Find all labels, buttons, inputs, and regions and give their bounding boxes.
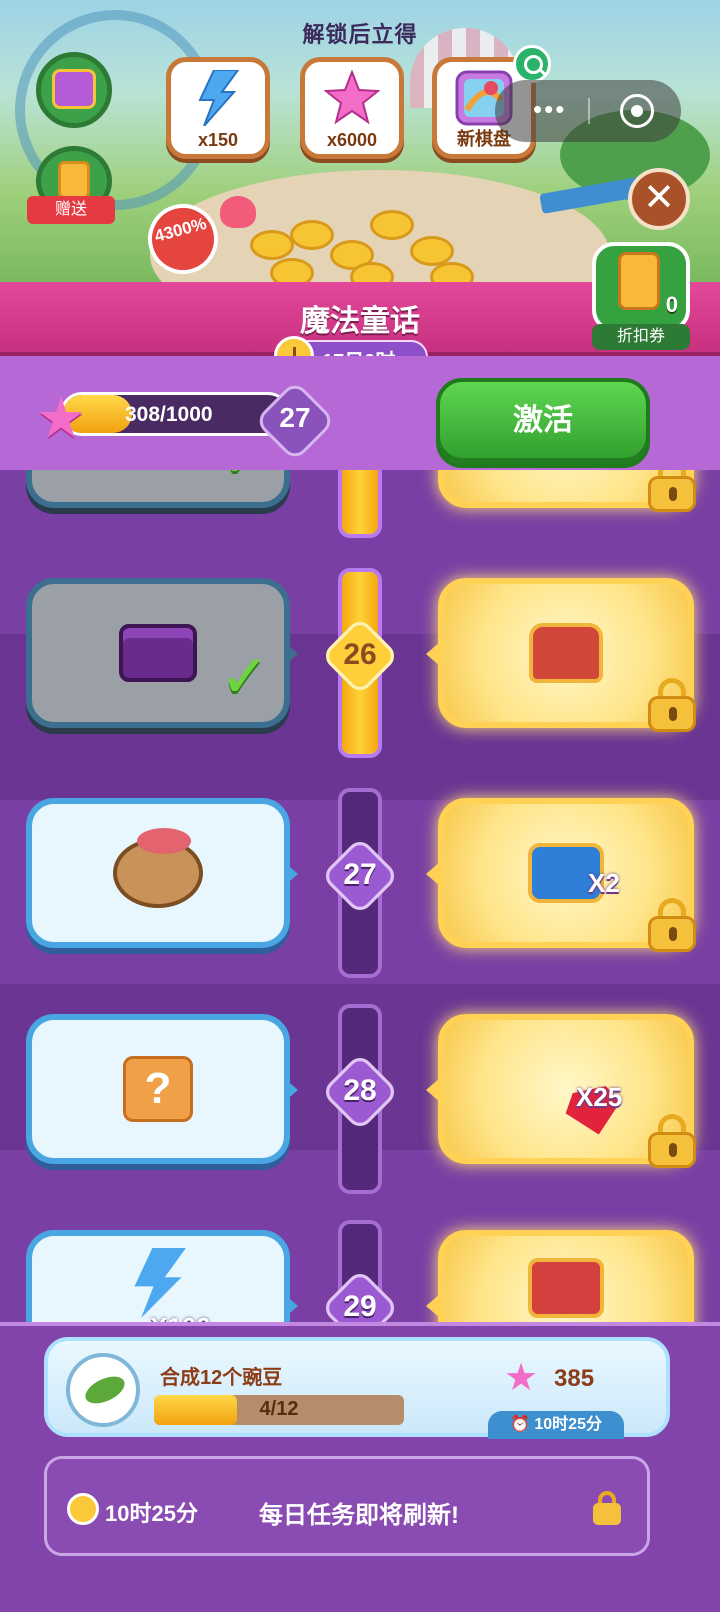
event-progress-bar: 308/1000 — [60, 392, 290, 436]
claimed-check-icon: ✓ — [220, 470, 270, 492]
voucher-label: 折扣券 — [592, 324, 690, 350]
pink-star-icon: ★ — [504, 1357, 539, 1399]
task-progress-bar: 4/12 — [154, 1395, 404, 1425]
unlock-title: 解锁后立得 — [302, 22, 418, 47]
search-icon[interactable] — [513, 45, 551, 83]
unlock-reward-label: x150 — [197, 130, 239, 150]
current-level-number: 27 — [279, 402, 311, 433]
free-reward-card[interactable] — [26, 798, 298, 948]
free-reward-card[interactable]: ✓ — [26, 578, 298, 728]
lock-icon — [648, 678, 696, 732]
purple-chest-icon — [119, 624, 197, 682]
task-progress-text: 4/12 — [259, 1398, 299, 1420]
gift-label: 赠送 — [27, 196, 115, 224]
level-row-25: ✓ — [0, 470, 720, 538]
refresh-notice: 10时25分 每日任务即将刷新! — [44, 1456, 650, 1556]
lock-icon — [593, 1491, 621, 1525]
mystery-gift-box-icon — [528, 1258, 604, 1319]
energy-bolt-icon — [198, 70, 240, 126]
premium-reward-card[interactable]: X25 — [426, 1014, 696, 1168]
level-row-28: ? 28 X25 — [0, 1004, 720, 1194]
task-name: 合成12个豌豆 — [160, 1367, 283, 1389]
unlock-reward-label: x6000 — [326, 130, 378, 150]
seafood-platter-icon — [113, 828, 203, 908]
task-timer: ⏰ 10时25分 — [488, 1411, 624, 1439]
lock-icon — [648, 1114, 696, 1168]
unlock-reward-star[interactable]: x6000 — [300, 57, 404, 159]
voucher-count: 0 — [665, 292, 678, 317]
free-reward-card[interactable]: ? — [26, 1014, 298, 1164]
ticket-icon — [58, 161, 90, 199]
discount-voucher-button[interactable]: 0 — [592, 242, 690, 332]
task-time-left: 10时25分 — [534, 1416, 602, 1433]
purple-chest-icon — [52, 69, 96, 109]
lock-icon — [648, 898, 696, 952]
activate-button[interactable]: 激活 — [436, 378, 650, 468]
level-row-27: 27 X2 — [0, 788, 720, 978]
alarm-clock-icon — [67, 1493, 99, 1525]
alarm-clock-icon: ⏰ — [510, 1416, 530, 1433]
refresh-message: 每日任务即将刷新! — [259, 1502, 459, 1529]
lock-icon — [648, 470, 696, 512]
premium-reward-card[interactable] — [426, 578, 696, 732]
task-reward-amount: 385 — [554, 1365, 595, 1392]
free-reward-card[interactable]: ✓ — [26, 470, 290, 508]
reward-track-list[interactable]: ✓ ✓ 26 27 X2 — [0, 470, 720, 1360]
level-number: 26 — [343, 638, 377, 671]
reward-quantity: X2 — [588, 868, 620, 898]
level-number: 29 — [343, 1290, 377, 1323]
level-row-26: ✓ 26 — [0, 568, 720, 758]
pea-pod-icon — [66, 1353, 140, 1427]
red-treasure-chest-icon — [529, 623, 603, 683]
capsule-divider — [588, 98, 590, 124]
mini-program-capsule: ••• — [495, 80, 681, 142]
premium-reward-card[interactable] — [438, 470, 696, 512]
claimed-check-icon: ✓ — [219, 643, 270, 710]
close-button[interactable]: ✕ — [628, 168, 690, 230]
unlock-reward-energy[interactable]: x150 — [166, 57, 270, 159]
energy-bolt-icon — [134, 1247, 186, 1318]
level-number: 28 — [343, 1074, 377, 1107]
task-card[interactable]: 合成12个豌豆 4/12 ★ 385 ⏰ 10时25分 — [44, 1337, 670, 1439]
event-progress-text: 308/1000 — [125, 403, 213, 426]
reward-quantity: X25 — [576, 1082, 623, 1112]
pink-star-icon — [324, 70, 380, 125]
ticket-icon — [618, 252, 660, 310]
level-number: 27 — [343, 858, 377, 891]
premium-reward-card[interactable]: X2 — [426, 798, 696, 952]
coin-pile-illustration — [210, 200, 480, 292]
pink-star-icon: ★ — [36, 386, 87, 449]
more-options-icon[interactable]: ••• — [533, 94, 566, 125]
mystery-box-icon: ? — [123, 1056, 193, 1122]
refresh-time: 10时25分 — [105, 1501, 198, 1526]
treasure-chest-pouch-button[interactable] — [36, 52, 112, 128]
exit-target-icon[interactable] — [620, 94, 654, 128]
level-track — [338, 470, 382, 538]
